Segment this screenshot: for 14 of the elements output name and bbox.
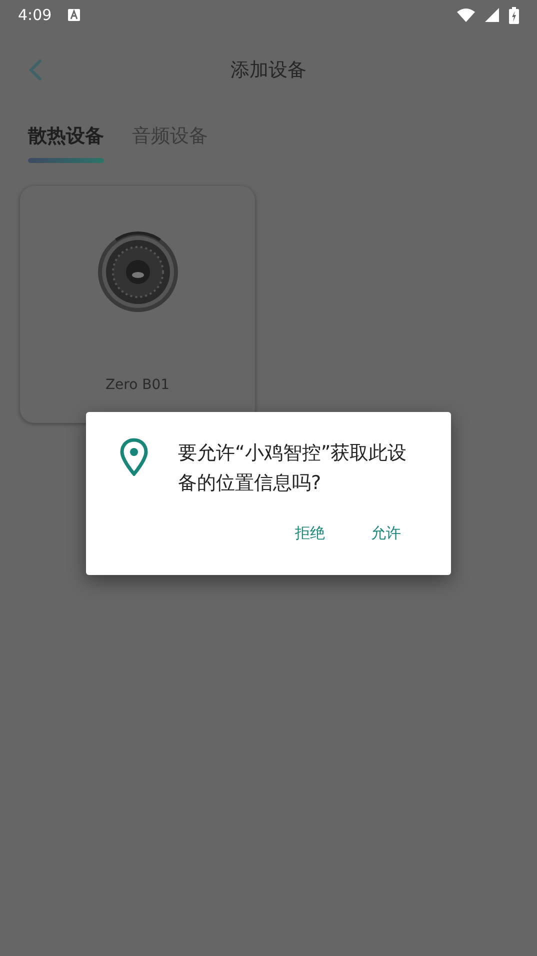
status-time: 4:09	[18, 6, 52, 24]
dialog-button[interactable]: 允许	[365, 520, 407, 547]
tab[interactable]: 散热设备	[28, 123, 104, 163]
page-title: 添加设备	[230, 58, 308, 83]
back-button[interactable]	[28, 59, 42, 81]
battery-icon	[509, 6, 519, 24]
dialog-button[interactable]: 拒绝	[289, 520, 331, 547]
signal-icon	[485, 8, 499, 22]
device-name: Zero B01	[105, 377, 170, 393]
device-card[interactable]: Zero B01	[20, 186, 255, 423]
notification-icon	[68, 9, 80, 21]
location-pin-icon	[120, 438, 148, 476]
dialog-message: 要允许“小鸡智控”获取此设备的位置信息吗?	[178, 441, 408, 496]
wifi-icon	[457, 8, 475, 22]
